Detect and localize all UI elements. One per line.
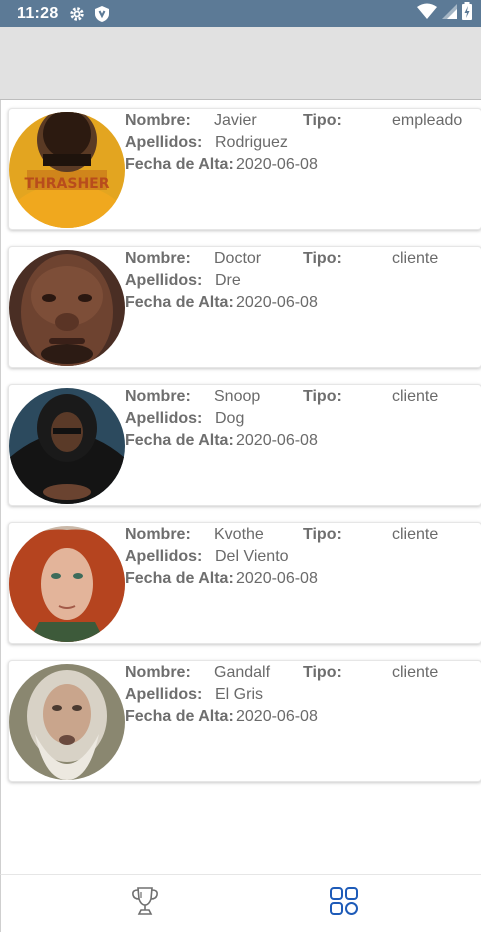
user-list: THRASHER Nombre: Javier Tipo: empleado A… — [0, 100, 481, 874]
grid-icon — [328, 885, 360, 922]
gear-icon — [69, 6, 85, 22]
svg-text:THRASHER: THRASHER — [24, 176, 109, 192]
nombre-value: Javier — [214, 112, 257, 129]
user-card[interactable]: THRASHER Nombre: Javier Tipo: empleado A… — [8, 108, 481, 230]
tipo-label: Tipo: — [303, 388, 342, 405]
nombre-label: Nombre: — [125, 112, 191, 129]
nombre-value: Snoop — [214, 388, 261, 405]
apellidos-label: Apellidos: — [125, 410, 203, 427]
nombre-value: Doctor — [214, 250, 262, 267]
tipo-label: Tipo: — [303, 526, 342, 543]
tipo-label: Tipo: — [303, 112, 342, 129]
avatar — [9, 526, 125, 642]
battery-icon — [461, 2, 473, 25]
wifi-icon — [417, 3, 437, 24]
nombre-value: Kvothe — [214, 526, 264, 543]
avatar — [9, 664, 125, 780]
nombre-label: Nombre: — [125, 388, 191, 405]
avatar — [9, 250, 125, 366]
apellidos-value: El Gris — [215, 686, 263, 703]
bottom-navigation — [0, 874, 481, 932]
tipo-value: empleado — [392, 112, 463, 129]
tipo-value: cliente — [392, 526, 439, 543]
fecha-value: 2020-06-08 — [236, 708, 318, 725]
trophy-nav-button[interactable] — [125, 883, 165, 923]
tipo-value: cliente — [392, 664, 439, 681]
fecha-label: Fecha de Alta: — [125, 570, 234, 587]
user-card[interactable]: Nombre: Gandalf Tipo: cliente Apellidos:… — [8, 660, 481, 782]
tipo-label: Tipo: — [303, 250, 342, 267]
avatar: THRASHER — [9, 112, 125, 228]
grid-nav-button[interactable] — [324, 883, 364, 923]
status-bar: 11:28 — [0, 0, 481, 27]
fecha-value: 2020-06-08 — [236, 432, 318, 449]
apellidos-label: Apellidos: — [125, 548, 203, 565]
apellidos-label: Apellidos: — [125, 686, 203, 703]
user-card[interactable]: Nombre: Kvothe Tipo: cliente Apellidos: … — [8, 522, 481, 644]
fecha-label: Fecha de Alta: — [125, 432, 234, 449]
app-toolbar — [0, 27, 481, 100]
apellidos-value: Dre — [215, 272, 241, 289]
trophy-icon — [129, 885, 161, 922]
status-time: 11:28 — [17, 4, 59, 22]
nombre-label: Nombre: — [125, 664, 191, 681]
apellidos-value: Del Viento — [215, 548, 289, 565]
apellidos-label: Apellidos: — [125, 134, 203, 151]
fecha-value: 2020-06-08 — [236, 294, 318, 311]
user-card[interactable]: Nombre: Snoop Tipo: cliente Apellidos: D… — [8, 384, 481, 506]
fecha-value: 2020-06-08 — [236, 570, 318, 587]
tipo-label: Tipo: — [303, 664, 342, 681]
apellidos-value: Rodriguez — [215, 134, 288, 151]
fecha-label: Fecha de Alta: — [125, 156, 234, 173]
signal-icon — [441, 3, 457, 24]
nombre-value: Gandalf — [214, 664, 271, 681]
nombre-label: Nombre: — [125, 250, 191, 267]
avatar — [9, 388, 125, 504]
fecha-value: 2020-06-08 — [236, 156, 318, 173]
shield-icon — [94, 5, 109, 22]
fecha-label: Fecha de Alta: — [125, 294, 234, 311]
apellidos-label: Apellidos: — [125, 272, 203, 289]
nombre-label: Nombre: — [125, 526, 191, 543]
tipo-value: cliente — [392, 250, 439, 267]
apellidos-value: Dog — [215, 410, 245, 427]
tipo-value: cliente — [392, 388, 439, 405]
user-card[interactable]: Nombre: Doctor Tipo: cliente Apellidos: … — [8, 246, 481, 368]
fecha-label: Fecha de Alta: — [125, 708, 234, 725]
